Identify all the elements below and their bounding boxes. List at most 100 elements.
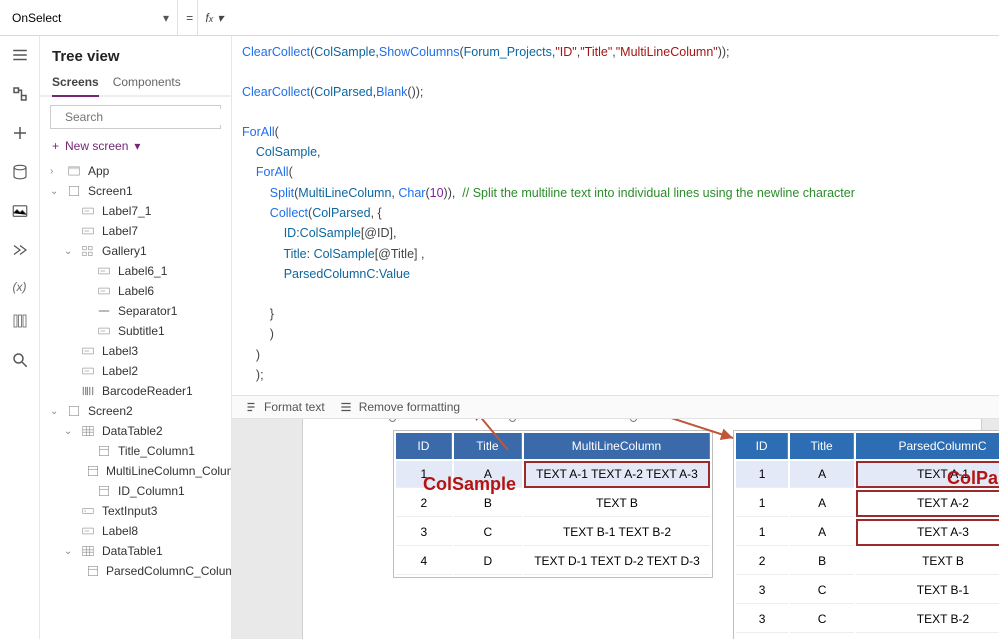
tree-node[interactable]: Label6 [40, 281, 231, 301]
cell-id: 4 [736, 635, 788, 639]
gallery-icon [80, 244, 96, 258]
cell-id: 1 [736, 490, 788, 517]
tree-node-label: TextInput3 [102, 504, 157, 518]
tree-node[interactable]: MultiLineColumn_Column1 [40, 461, 231, 481]
table-header[interactable]: ID [736, 433, 788, 459]
tree-node-label: Separator1 [118, 304, 177, 318]
table-row[interactable]: 4 D TEXT D-1 [736, 635, 999, 639]
tree-node[interactable]: ParsedColumnC_Column2 [40, 561, 231, 581]
tree-node[interactable]: Title_Column1 [40, 441, 231, 461]
tree-node[interactable]: Label8 [40, 521, 231, 541]
column-icon [96, 484, 112, 498]
menu-icon[interactable] [11, 46, 29, 67]
caret-icon[interactable]: ⌄ [50, 406, 60, 417]
tree-node[interactable]: ⌄ Screen1 [40, 181, 231, 201]
format-text-button[interactable]: Format text [244, 400, 325, 414]
table-row[interactable]: 3 C TEXT B-1 TEXT B-2 [396, 519, 710, 546]
tab-screens[interactable]: Screens [52, 71, 99, 97]
caret-icon[interactable]: ⌄ [64, 546, 74, 557]
table-header[interactable]: Title [790, 433, 854, 459]
caret-icon[interactable]: ⌄ [50, 186, 60, 197]
caret-icon[interactable]: › [50, 166, 60, 177]
table-row[interactable]: 2 B TEXT B [736, 548, 999, 575]
remove-format-icon [339, 400, 353, 414]
tree-node[interactable]: › App [40, 161, 231, 181]
variable-icon[interactable]: (x) [13, 280, 27, 294]
tree-node[interactable]: Label7_1 [40, 201, 231, 221]
cell-title: D [790, 635, 854, 639]
format-text-label: Format text [264, 400, 325, 414]
tree-node-label: BarcodeReader1 [102, 384, 193, 398]
tools-icon[interactable] [11, 312, 29, 333]
table-row[interactable]: 1 A TEXT A-1 [736, 461, 999, 488]
caret-icon[interactable]: ⌄ [64, 246, 74, 257]
tree-node[interactable]: ⌄ Screen2 [40, 401, 231, 421]
label-icon [96, 324, 112, 338]
tree-node[interactable]: Subtitle1 [40, 321, 231, 341]
search-icon[interactable] [11, 351, 29, 372]
tree-node-label: Title_Column1 [118, 444, 195, 458]
tree-node[interactable]: ID_Column1 [40, 481, 231, 501]
cell-id: 1 [736, 519, 788, 546]
table-row[interactable]: 2 B TEXT B [396, 490, 710, 517]
screen-surface[interactable]: Split and create collection IDTitleMulti… [302, 419, 982, 639]
database-icon[interactable] [11, 163, 29, 184]
tree-node-label: DataTable1 [102, 544, 163, 558]
tree-node[interactable]: BarcodeReader1 [40, 381, 231, 401]
tree-node[interactable]: ⌄ DataTable2 [40, 421, 231, 441]
tree-node-list[interactable]: › App ⌄ Screen1 Label7_1 Label7 ⌄ Galler… [40, 161, 231, 639]
datatable-colsample[interactable]: IDTitleMultiLineColumn 1 A TEXT A-1 TEXT… [393, 430, 713, 578]
table-header[interactable]: Title [454, 433, 522, 459]
table-row[interactable]: 1 A TEXT A-1 TEXT A-2 TEXT A-3 [396, 461, 710, 488]
tree-node[interactable]: Separator1 [40, 301, 231, 321]
table-row[interactable]: 4 D TEXT D-1 TEXT D-2 TEXT D-3 [396, 548, 710, 575]
tree-node[interactable]: ⌄ DataTable1 [40, 541, 231, 561]
selection-handle[interactable] [389, 419, 396, 422]
tree-node-label: ID_Column1 [118, 484, 185, 498]
property-selector[interactable]: OnSelect ▾ [0, 0, 178, 35]
plus-icon[interactable] [11, 124, 29, 145]
datatable-colparsed[interactable]: IDTitleParsedColumnC 1 A TEXT A-1 1 A TE… [733, 430, 999, 639]
selection-handle[interactable] [630, 419, 637, 422]
column-icon [96, 444, 112, 458]
tree-node[interactable]: ⌄ Gallery1 [40, 241, 231, 261]
tree-node[interactable]: TextInput3 [40, 501, 231, 521]
power-automate-icon[interactable] [11, 241, 29, 262]
tree-node[interactable]: Label7 [40, 221, 231, 241]
remove-formatting-button[interactable]: Remove formatting [339, 400, 460, 414]
fx-icon: fx [202, 11, 213, 25]
format-icon [244, 400, 258, 414]
tree-view-icon[interactable] [11, 85, 29, 106]
chevron-down-icon: ▾ [163, 11, 169, 25]
tree-node[interactable]: Label6_1 [40, 261, 231, 281]
tab-components[interactable]: Components [113, 71, 181, 95]
tree-node-label: Screen1 [88, 184, 133, 198]
formula-editor[interactable]: ClearCollect(ColSample,ShowColumns(Forum… [232, 36, 999, 395]
cell-value: TEXT B-1 TEXT B-2 [524, 519, 710, 546]
table-row[interactable]: 1 A TEXT A-3 [736, 519, 999, 546]
chevron-down-icon[interactable]: ▾ [217, 11, 223, 25]
tree-search-input[interactable] [63, 109, 222, 125]
table-row[interactable]: 3 C TEXT B-1 [736, 577, 999, 604]
design-canvas[interactable]: Split and create collection IDTitleMulti… [232, 419, 999, 639]
table-header[interactable]: ID [396, 433, 452, 459]
tree-node-label: App [88, 164, 109, 178]
tree-node[interactable]: Label3 [40, 341, 231, 361]
cell-title: C [454, 519, 522, 546]
media-icon[interactable] [11, 202, 29, 223]
table-row[interactable]: 1 A TEXT A-2 [736, 490, 999, 517]
selection-handle[interactable] [509, 419, 516, 422]
cell-value: TEXT B [524, 490, 710, 517]
datatable-icon [80, 424, 96, 438]
tree-node-label: Label3 [102, 344, 138, 358]
main-area: ClearCollect(ColSample,ShowColumns(Forum… [232, 36, 999, 639]
tree-view-title: Tree view [40, 36, 231, 71]
table-row[interactable]: 3 C TEXT B-2 [736, 606, 999, 633]
tree-node[interactable]: Label2 [40, 361, 231, 381]
tree-search[interactable] [50, 105, 221, 129]
caret-icon[interactable]: ⌄ [64, 426, 74, 437]
property-selector-value: OnSelect [8, 11, 157, 25]
table-header[interactable]: MultiLineColumn [524, 433, 710, 459]
new-screen-button[interactable]: + New screen ▾ [40, 135, 231, 161]
table-header[interactable]: ParsedColumnC [856, 433, 999, 459]
